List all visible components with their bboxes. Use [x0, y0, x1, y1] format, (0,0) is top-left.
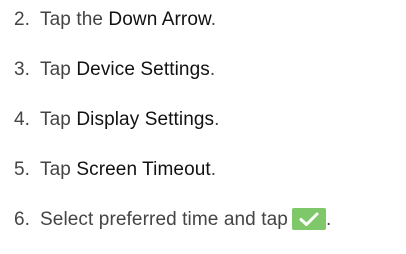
- step-emphasis: Display Settings: [76, 109, 215, 130]
- step-text: Tap: [40, 109, 77, 130]
- step-emphasis: Down Arrow: [108, 9, 211, 30]
- step-text: Tap: [40, 159, 77, 180]
- step-emphasis: Device Settings: [76, 59, 210, 80]
- step-item: 2. Tap the Down Arrow.: [14, 7, 216, 33]
- instruction-steps: 2. Tap the Down Arrow. 3. Tap Device Setti…: [14, 0, 394, 254]
- step-text: Tap the: [40, 9, 109, 30]
- step-number: 3.: [14, 59, 31, 80]
- step-suffix: .: [209, 59, 216, 80]
- step-emphasis: Screen Timeout: [76, 159, 211, 180]
- step-item: 5. Tap Screen Timeout.: [14, 157, 216, 183]
- step-item: 6. Select preferred time and tap.: [14, 207, 331, 233]
- step-text: Select preferred time and tap: [40, 209, 288, 230]
- step-suffix: .: [210, 9, 217, 30]
- step-number: 4.: [14, 109, 31, 130]
- step-item: 3. Tap Device Settings.: [14, 57, 215, 83]
- step-suffix: .: [210, 159, 217, 180]
- step-text: Tap: [40, 59, 77, 80]
- step-suffix: .: [214, 109, 220, 130]
- confirm-button-icon: [291, 208, 326, 230]
- step-number: 6.: [14, 209, 31, 230]
- step-number: 5.: [14, 159, 31, 180]
- step-number: 2.: [14, 9, 31, 30]
- step-item: 4. Tap Display Settings.: [14, 107, 220, 133]
- checkmark-icon: [299, 212, 319, 226]
- step-suffix: .: [325, 209, 332, 230]
